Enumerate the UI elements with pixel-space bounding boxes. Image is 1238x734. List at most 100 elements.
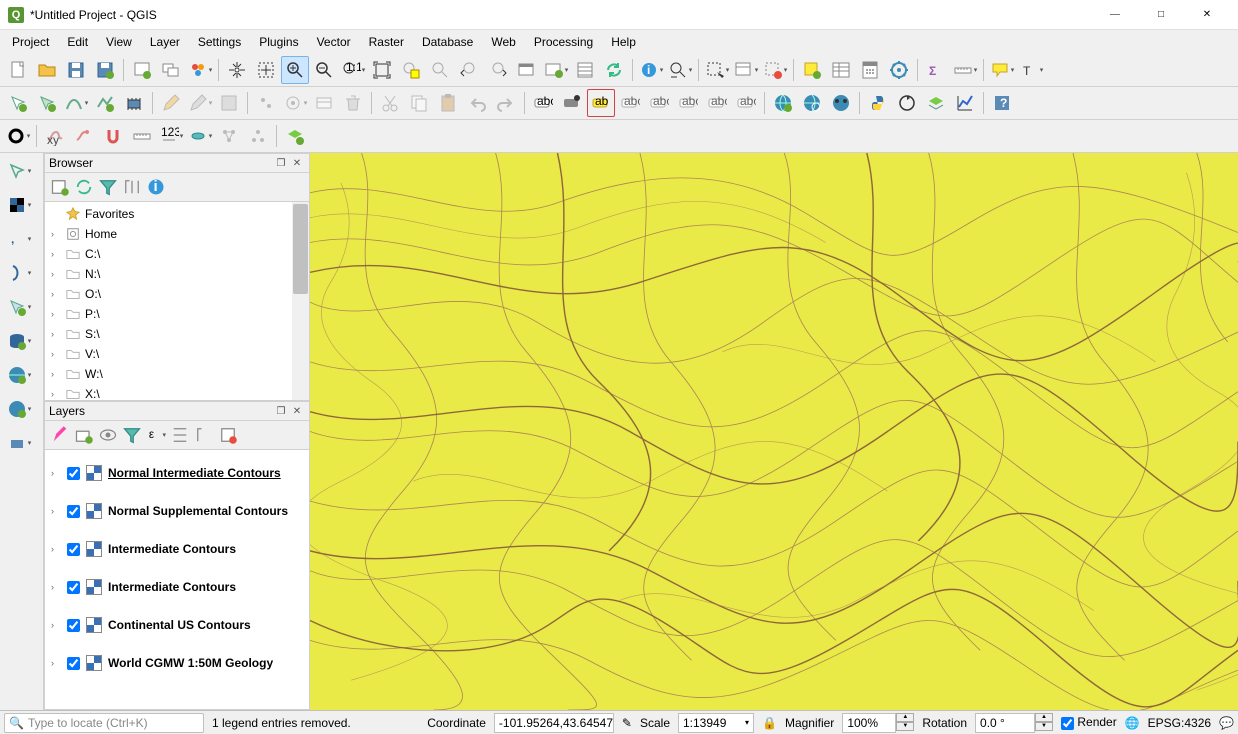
style-manager-button[interactable] xyxy=(186,56,214,84)
render-checkbox[interactable]: Render xyxy=(1061,715,1117,729)
label-tool-1[interactable]: abc xyxy=(529,89,557,117)
browser-item[interactable]: ›Home xyxy=(45,224,309,244)
add-postgis-button[interactable] xyxy=(2,327,36,355)
maptips-button[interactable] xyxy=(988,56,1016,84)
refresh-button[interactable] xyxy=(600,56,628,84)
menu-plugins[interactable]: Plugins xyxy=(251,32,306,52)
rotation-spinner[interactable]: ▲▼ xyxy=(1035,713,1053,733)
deselect-button[interactable] xyxy=(761,56,789,84)
label-tool-5[interactable]: abc xyxy=(645,89,673,117)
browser-collapse-button[interactable] xyxy=(121,176,143,198)
browser-item[interactable]: ›W:\ xyxy=(45,364,309,384)
new-memory-button[interactable] xyxy=(91,89,119,117)
add-delimited-button[interactable]: , xyxy=(2,225,36,253)
menu-web[interactable]: Web xyxy=(483,32,523,52)
measure-button[interactable] xyxy=(666,56,694,84)
layer-item[interactable]: ›Intermediate Contours xyxy=(45,530,309,568)
new-bookmark-button[interactable] xyxy=(542,56,570,84)
select-features-button[interactable] xyxy=(703,56,731,84)
new-virtual-button[interactable] xyxy=(120,89,148,117)
measure-line-button[interactable] xyxy=(951,56,979,84)
browser-undock-icon[interactable]: ❐ xyxy=(273,155,289,171)
pan-selection-button[interactable] xyxy=(252,56,280,84)
zoom-native-button[interactable]: 1:1 xyxy=(339,56,367,84)
layer-visibility-checkbox[interactable] xyxy=(67,505,80,518)
zoom-next-button[interactable] xyxy=(484,56,512,84)
browser-filter-button[interactable] xyxy=(97,176,119,198)
layers-visibility-button[interactable] xyxy=(97,424,119,446)
scale-field[interactable]: 1:13949▾ xyxy=(678,713,754,733)
menu-processing[interactable]: Processing xyxy=(526,32,601,52)
delete-selected-button[interactable] xyxy=(339,89,367,117)
label-tool-7[interactable]: abc xyxy=(703,89,731,117)
browser-item[interactable]: ›P:\ xyxy=(45,304,309,324)
zoom-selection-button[interactable] xyxy=(397,56,425,84)
vertex-tool-button[interactable] xyxy=(281,89,309,117)
browser-item[interactable]: ›N:\ xyxy=(45,264,309,284)
save-project-button[interactable] xyxy=(62,56,90,84)
crs-button[interactable]: EPSG:4326 xyxy=(1148,716,1211,730)
new-geopackage-button[interactable] xyxy=(62,89,90,117)
layers-style-button[interactable] xyxy=(49,424,71,446)
help-button[interactable]: ? xyxy=(988,89,1016,117)
layers-filter-button[interactable] xyxy=(121,424,143,446)
toggle-extents-icon[interactable]: ✎ xyxy=(622,716,632,730)
rotation-field[interactable]: 0.0 ° xyxy=(975,713,1035,733)
cut-button[interactable] xyxy=(376,89,404,117)
stats-button[interactable]: Σ xyxy=(922,56,950,84)
layers-collapse-button[interactable] xyxy=(193,424,215,446)
browser-item[interactable]: ›C:\ xyxy=(45,244,309,264)
add-virtual-layer-button[interactable] xyxy=(2,293,36,321)
browser-item[interactable]: ›V:\ xyxy=(45,344,309,364)
add-georef-button[interactable] xyxy=(281,122,309,150)
menu-settings[interactable]: Settings xyxy=(190,32,249,52)
label-pin-button[interactable] xyxy=(558,89,586,117)
browser-item[interactable]: Favorites xyxy=(45,204,309,224)
edit-pencil-button[interactable] xyxy=(157,89,185,117)
add-spatialite-button[interactable] xyxy=(2,259,36,287)
browser-tree[interactable]: Favorites›Home›C:\›N:\›O:\›P:\›S:\›V:\›W… xyxy=(44,201,310,401)
metasearch-button[interactable] xyxy=(769,89,797,117)
magnifier-spinner[interactable]: ▲▼ xyxy=(896,713,914,733)
zoom-out-button[interactable] xyxy=(310,56,338,84)
browser-properties-button[interactable]: i xyxy=(145,176,167,198)
add-feature-button[interactable] xyxy=(252,89,280,117)
paste-button[interactable] xyxy=(434,89,462,117)
zoom-in-button[interactable] xyxy=(281,56,309,84)
plugin-chart-button[interactable] xyxy=(951,89,979,117)
browser-add-button[interactable] xyxy=(49,176,71,198)
layers-add-group-button[interactable] xyxy=(73,424,95,446)
layer-item[interactable]: ›Intermediate Contours xyxy=(45,568,309,606)
new-shapefile-button[interactable] xyxy=(33,89,61,117)
coordinate-field[interactable]: -101.95264,43.64547 xyxy=(494,713,614,733)
toggle-editing-button[interactable] xyxy=(186,89,214,117)
modify-attrs-button[interactable] xyxy=(310,89,338,117)
identify-button[interactable]: i xyxy=(637,56,665,84)
pan-button[interactable] xyxy=(223,56,251,84)
layer-item[interactable]: ›Normal Supplemental Contours xyxy=(45,492,309,530)
add-wfs-button[interactable] xyxy=(2,395,36,423)
layer-item[interactable]: ›Continental US Contours xyxy=(45,606,309,644)
browser-close-icon[interactable]: ✕ xyxy=(289,155,305,171)
open-project-button[interactable] xyxy=(33,56,61,84)
crs-icon[interactable]: 🌐 xyxy=(1125,716,1140,730)
web-search-button[interactable] xyxy=(827,89,855,117)
layers-close-icon[interactable]: ✕ xyxy=(289,403,305,419)
new-layout-button[interactable] xyxy=(128,56,156,84)
select-by-value-button[interactable] xyxy=(732,56,760,84)
save-edits-button[interactable] xyxy=(215,89,243,117)
add-mesh-button[interactable] xyxy=(2,429,36,457)
menu-raster[interactable]: Raster xyxy=(361,32,412,52)
new-layer-note-button[interactable] xyxy=(798,56,826,84)
browser-item[interactable]: ›O:\ xyxy=(45,284,309,304)
layer-visibility-checkbox[interactable] xyxy=(67,467,80,480)
maximize-button[interactable]: □ xyxy=(1138,0,1184,30)
zoom-last-button[interactable] xyxy=(455,56,483,84)
new-project-button[interactable] xyxy=(4,56,32,84)
browser-item[interactable]: ›X:\ xyxy=(45,384,309,401)
add-raster-layer-button[interactable] xyxy=(2,191,36,219)
field-calc-button[interactable] xyxy=(856,56,884,84)
osm-download-button[interactable] xyxy=(798,89,826,117)
zoom-layer-button[interactable] xyxy=(426,56,454,84)
add-vector-layer-button[interactable] xyxy=(2,157,36,185)
